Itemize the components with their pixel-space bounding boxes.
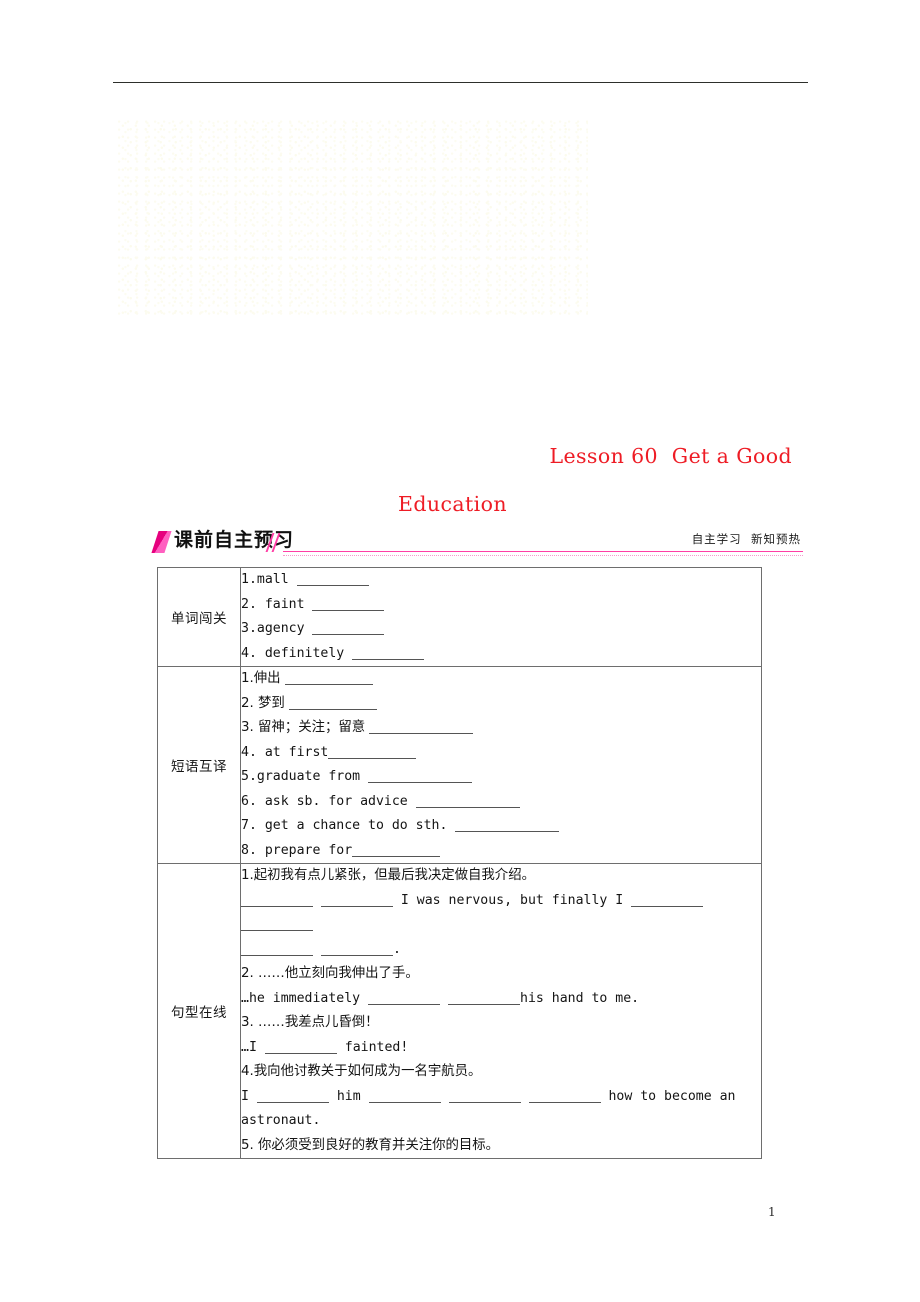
- question-line: astronaut.: [241, 1113, 321, 1128]
- question-line: 3.agency: [241, 617, 761, 642]
- answer-blank[interactable]: [352, 646, 425, 660]
- question-line: 2. ……他立刻向我伸出了手。: [241, 966, 419, 981]
- lesson-title-line-1: Lesson 60 Get a Good: [549, 444, 792, 468]
- question-line: 6. ask sb. for advice: [241, 790, 761, 815]
- lesson-title: Lesson 60 Get a Good Education: [160, 432, 800, 528]
- slash-marker-icon: [151, 531, 172, 553]
- table-row: 短语互译 1.伸出 2. 梦到 3. 留神；关注；留意 4. at first …: [157, 666, 762, 864]
- worksheet-page: Lesson 60 Get a Good Education 课前自主预习 自主…: [0, 0, 920, 1302]
- answer-blank[interactable]: [368, 991, 441, 1005]
- question-line: 5. 你必须受到良好的教育并关注你的目标。: [241, 1137, 500, 1153]
- question-line: 3. ……我差点儿昏倒！: [241, 1015, 379, 1030]
- answer-blank[interactable]: [296, 572, 369, 586]
- row-label-vocabulary: 单词闯关: [157, 567, 241, 667]
- row-content-sentences: 1.起初我有点儿紧张，但最后我决定做自我介绍。 I was nervous, b…: [240, 863, 762, 1159]
- question-line: 2. 梦到: [241, 692, 761, 717]
- answer-blank[interactable]: [320, 893, 393, 907]
- answer-blank[interactable]: [415, 794, 520, 808]
- answer-blank[interactable]: [320, 942, 393, 956]
- answer-blank[interactable]: [264, 1040, 337, 1054]
- answer-blank[interactable]: [256, 1089, 329, 1103]
- table-row: 句型在线 1.起初我有点儿紧张，但最后我决定做自我介绍。 I was nervo…: [157, 863, 762, 1159]
- answer-blank[interactable]: [448, 991, 520, 1005]
- row-label-sentences: 句型在线: [157, 863, 241, 1159]
- answer-blank[interactable]: [368, 769, 473, 783]
- answer-blank[interactable]: [352, 843, 441, 857]
- row-label-phrases: 短语互译: [157, 666, 241, 864]
- worksheet-table: 单词闯关 1.mall 2. faint 3.agency 4. definit…: [157, 567, 762, 1159]
- double-slash-icon: [265, 533, 284, 552]
- banner-divider-line: [283, 551, 803, 552]
- answer-blank[interactable]: [369, 720, 474, 734]
- question-line: I was nervous, but finally I: [241, 889, 761, 938]
- answer-blank[interactable]: [241, 893, 313, 907]
- question-line: 4. at first: [241, 741, 761, 766]
- answer-blank[interactable]: [631, 893, 704, 907]
- answer-blank[interactable]: [448, 1089, 521, 1103]
- question-line: 8. prepare for: [241, 839, 761, 864]
- question-line: …I fainted!: [241, 1039, 409, 1055]
- answer-blank[interactable]: [312, 597, 385, 611]
- answer-blank[interactable]: [528, 1089, 601, 1103]
- answer-blank[interactable]: [241, 917, 313, 931]
- question-line: 4.我向他讨教关于如何成为一名宇航员。: [241, 1064, 482, 1079]
- answer-blank[interactable]: [328, 745, 417, 759]
- question-line: 3. 留神；关注；留意: [241, 716, 761, 741]
- question-line: 7. get a chance to do sth.: [241, 814, 761, 839]
- question-line: …he immediately his hand to me.: [241, 990, 640, 1006]
- section-banner: 课前自主预习 自主学习 新知预热: [151, 525, 803, 559]
- answer-blank[interactable]: [289, 696, 378, 710]
- answer-blank[interactable]: [284, 671, 373, 685]
- question-line: 1.起初我有点儿紧张，但最后我决定做自我介绍。: [241, 868, 535, 883]
- header-rule: [113, 82, 808, 83]
- answer-blank[interactable]: [368, 1089, 441, 1103]
- question-line: .: [241, 938, 761, 963]
- answer-blank[interactable]: [312, 621, 385, 635]
- row-content-phrases: 1.伸出 2. 梦到 3. 留神；关注；留意 4. at first 5.gra…: [240, 666, 762, 864]
- row-content-vocabulary: 1.mall 2. faint 3.agency 4. definitely: [240, 567, 762, 667]
- question-line: 1.mall: [241, 568, 761, 593]
- question-line: 1.伸出: [241, 667, 761, 692]
- question-line: I him how to become an: [241, 1088, 736, 1104]
- background-watermark: [118, 120, 588, 320]
- question-line: 5.graduate from: [241, 765, 761, 790]
- answer-blank[interactable]: [241, 942, 313, 956]
- banner-dotted-underline: [283, 555, 803, 556]
- section-banner-subtitle: 自主学习 新知预热: [691, 532, 801, 546]
- table-row: 单词闯关 1.mall 2. faint 3.agency 4. definit…: [157, 567, 762, 667]
- lesson-title-line-2: Education: [398, 492, 507, 516]
- answer-blank[interactable]: [455, 818, 560, 832]
- question-line: 4. definitely: [241, 642, 761, 667]
- question-line: 2. faint: [241, 593, 761, 618]
- page-number: 1: [768, 1205, 776, 1219]
